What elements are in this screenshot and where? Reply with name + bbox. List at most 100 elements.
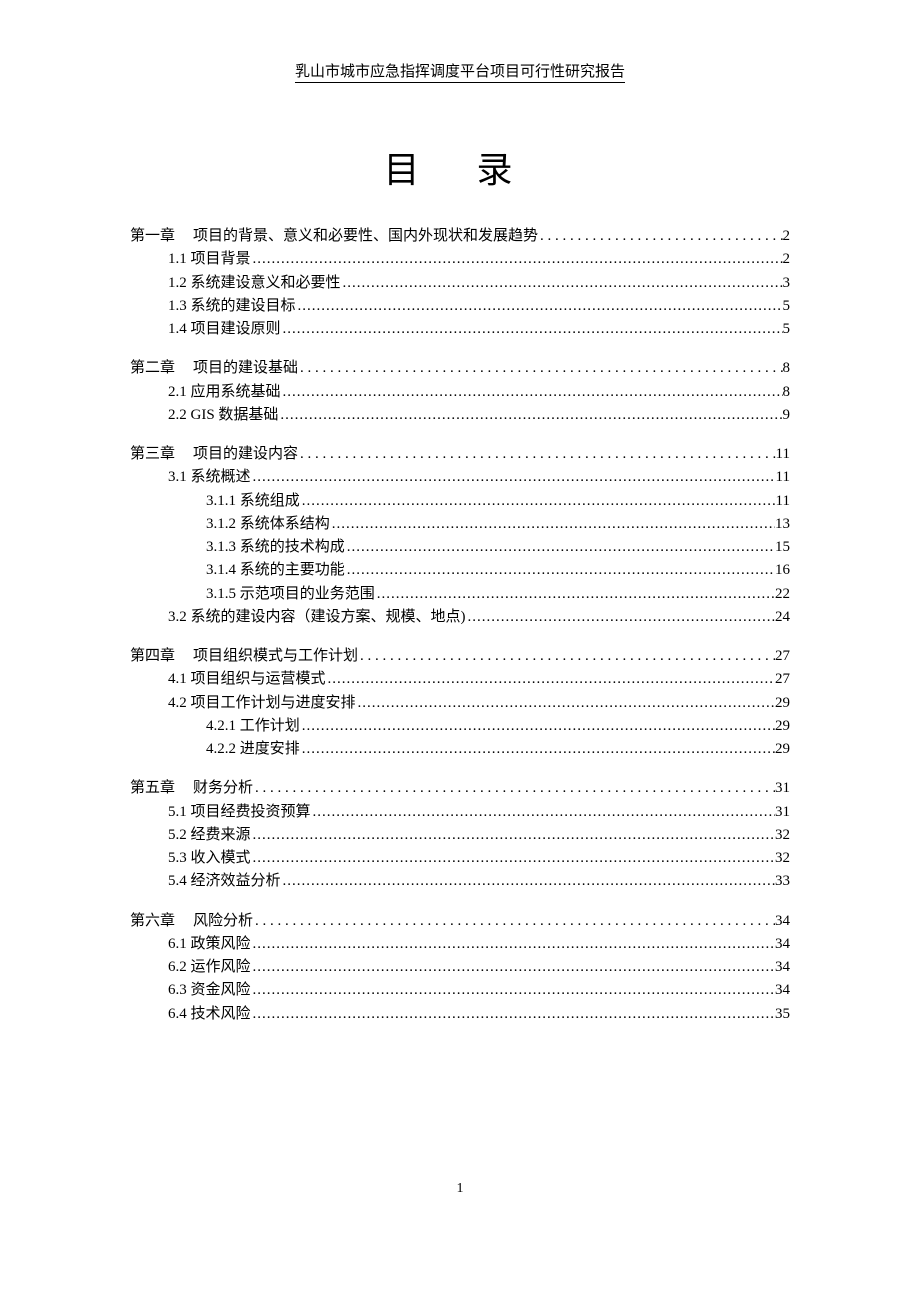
toc-page-ref: 24 xyxy=(775,606,790,629)
toc-entry: 4.2 项目工作计划与进度安排 29 xyxy=(130,692,790,715)
toc-chapter-label: 第三章项目的建设内容 xyxy=(130,443,298,466)
toc-entry-label: 6.3 资金风险 xyxy=(168,979,251,1002)
toc-page-ref: 29 xyxy=(775,738,790,761)
toc-entry: 6.4 技术风险 35 xyxy=(130,1003,790,1026)
toc-entry-label: 6.1 政策风险 xyxy=(168,933,251,956)
toc-entry-label: 4.1 项目组织与运营模式 xyxy=(168,668,326,691)
toc-page-ref: 34 xyxy=(775,910,790,933)
toc-entry: 3.2 系统的建设内容（建设方案、规模、地点) 24 xyxy=(130,606,790,629)
toc-page-ref: 29 xyxy=(775,692,790,715)
page-number: 1 xyxy=(0,1181,920,1197)
toc-page-ref: 5 xyxy=(783,295,791,318)
toc-entry-label: 5.3 收入模式 xyxy=(168,847,251,870)
toc-page-ref: 31 xyxy=(775,801,790,824)
toc-page-ref: 8 xyxy=(783,381,791,404)
toc-entry: 2.2 GIS 数据基础9 xyxy=(130,404,790,427)
toc-page-ref: 11 xyxy=(776,443,790,466)
toc-leader-dots xyxy=(356,692,775,715)
toc-leader-dots xyxy=(296,295,783,318)
toc-chapter-title: 项目组织模式与工作计划 xyxy=(193,648,358,664)
toc-entry-label: 1.3 系统的建设目标 xyxy=(168,295,296,318)
toc-chapter-title: 项目的背景、意义和必要性、国内外现状和发展趋势 xyxy=(193,228,538,244)
toc-page-ref: 27 xyxy=(775,668,790,691)
toc-page-ref: 22 xyxy=(775,583,790,606)
table-of-contents: 第一章项目的背景、意义和必要性、国内外现状和发展趋势21.1 项目背景21.2 … xyxy=(130,225,790,1026)
toc-entry: 4.2.2 进度安排 29 xyxy=(130,738,790,761)
toc-leader-dots xyxy=(300,490,776,513)
toc-entry: 3.1.2 系统体系结构13 xyxy=(130,513,790,536)
toc-chapter-label: 第六章 风险分析 xyxy=(130,910,253,933)
toc-page-ref: 11 xyxy=(776,466,790,489)
toc-entry-label: 2.1 应用系统基础 xyxy=(168,381,281,404)
toc-chapter-number: 第六章 xyxy=(130,910,175,933)
toc-page-ref: 2 xyxy=(783,248,791,271)
toc-entry-label: 6.2 运作风险 xyxy=(168,956,251,979)
toc-entry: 3.1.1 系统组成 11 xyxy=(130,490,790,513)
toc-entry-label: 4.2 项目工作计划与进度安排 xyxy=(168,692,356,715)
toc-entry-label: 3.1.3 系统的技术构成 xyxy=(206,536,345,559)
toc-entry-label: 3.1 系统概述 xyxy=(168,466,251,489)
toc-page-ref: 2 xyxy=(783,225,791,248)
toc-page-ref: 34 xyxy=(775,956,790,979)
toc-page-ref: 35 xyxy=(775,1003,790,1026)
toc-leader-dots xyxy=(251,466,776,489)
toc-leader-dots xyxy=(281,381,783,404)
toc-page-ref: 31 xyxy=(775,777,790,800)
toc-leader-dots xyxy=(345,559,775,582)
toc-chapter-number: 第五章 xyxy=(130,777,175,800)
toc-entry: 4.2.1 工作计划29 xyxy=(130,715,790,738)
toc-leader-dots xyxy=(281,318,783,341)
toc-entry: 5.1 项目经费投资预算 31 xyxy=(130,801,790,824)
toc-chapter-number: 第一章 xyxy=(130,225,175,248)
toc-page-ref: 34 xyxy=(775,979,790,1002)
toc-entry-label: 5.4 经济效益分析 xyxy=(168,870,281,893)
toc-page-ref: 8 xyxy=(783,357,791,380)
toc-entry: 1.3 系统的建设目标 5 xyxy=(130,295,790,318)
toc-entry-label: 4.2.1 工作计划 xyxy=(206,715,300,738)
toc-entry-label: 3.1.5 示范项目的业务范围 xyxy=(206,583,375,606)
toc-entry: 1.2 系统建设意义和必要性 3 xyxy=(130,272,790,295)
toc-chapter-heading: 第五章 财务分析 31 xyxy=(130,777,790,800)
toc-chapter-heading: 第一章 项目的背景、意义和必要性、国内外现状和发展趋势 2 xyxy=(130,225,790,248)
toc-leader-dots xyxy=(311,801,775,824)
toc-leader-dots xyxy=(300,715,775,738)
toc-page-ref: 3 xyxy=(783,272,791,295)
toc-leader-dots xyxy=(466,606,776,629)
toc-chapter-title: 财务分析 xyxy=(193,780,253,796)
toc-leader-dots xyxy=(281,870,775,893)
toc-chapter-number: 第四章 xyxy=(130,645,175,668)
toc-chapter-label: 第四章 项目组织模式与工作计划 xyxy=(130,645,358,668)
toc-leader-dots xyxy=(253,777,775,800)
toc-page-ref: 15 xyxy=(775,536,790,559)
toc-chapter-heading: 第三章项目的建设内容 11 xyxy=(130,443,790,466)
toc-page-ref: 33 xyxy=(775,870,790,893)
toc-page-ref: 13 xyxy=(775,513,790,536)
toc-leader-dots xyxy=(341,272,783,295)
toc-leader-dots xyxy=(538,225,782,248)
toc-entry-label: 3.2 系统的建设内容（建设方案、规模、地点) xyxy=(168,606,466,629)
toc-chapter-title: 项目的建设基础 xyxy=(193,360,298,376)
toc-entry-label: 3.1.1 系统组成 xyxy=(206,490,300,513)
toc-page-ref: 16 xyxy=(775,559,790,582)
toc-page-ref: 11 xyxy=(776,490,790,513)
toc-leader-dots xyxy=(330,513,775,536)
toc-leader-dots xyxy=(358,645,775,668)
toc-entry-label: 1.4 项目建设原则 xyxy=(168,318,281,341)
toc-entry-label: 4.2.2 进度安排 xyxy=(206,738,300,761)
toc-chapter-title: 风险分析 xyxy=(193,913,253,929)
toc-page-ref: 9 xyxy=(783,404,791,427)
toc-entry: 3.1.4 系统的主要功能16 xyxy=(130,559,790,582)
toc-title: 目 录 xyxy=(130,141,790,193)
toc-chapter-heading: 第六章 风险分析 34 xyxy=(130,910,790,933)
toc-entry: 1.4 项目建设原则5 xyxy=(130,318,790,341)
toc-page-ref: 32 xyxy=(775,824,790,847)
toc-entry-label: 6.4 技术风险 xyxy=(168,1003,251,1026)
toc-leader-dots xyxy=(375,583,775,606)
toc-entry-label: 5.1 项目经费投资预算 xyxy=(168,801,311,824)
toc-entry: 6.2 运作风险 34 xyxy=(130,956,790,979)
toc-entry-label: 1.2 系统建设意义和必要性 xyxy=(168,272,341,295)
toc-leader-dots xyxy=(251,1003,775,1026)
toc-chapter-title: 项目的建设内容 xyxy=(193,446,298,462)
toc-leader-dots xyxy=(298,443,776,466)
toc-chapter-number: 第二章 xyxy=(130,357,175,380)
